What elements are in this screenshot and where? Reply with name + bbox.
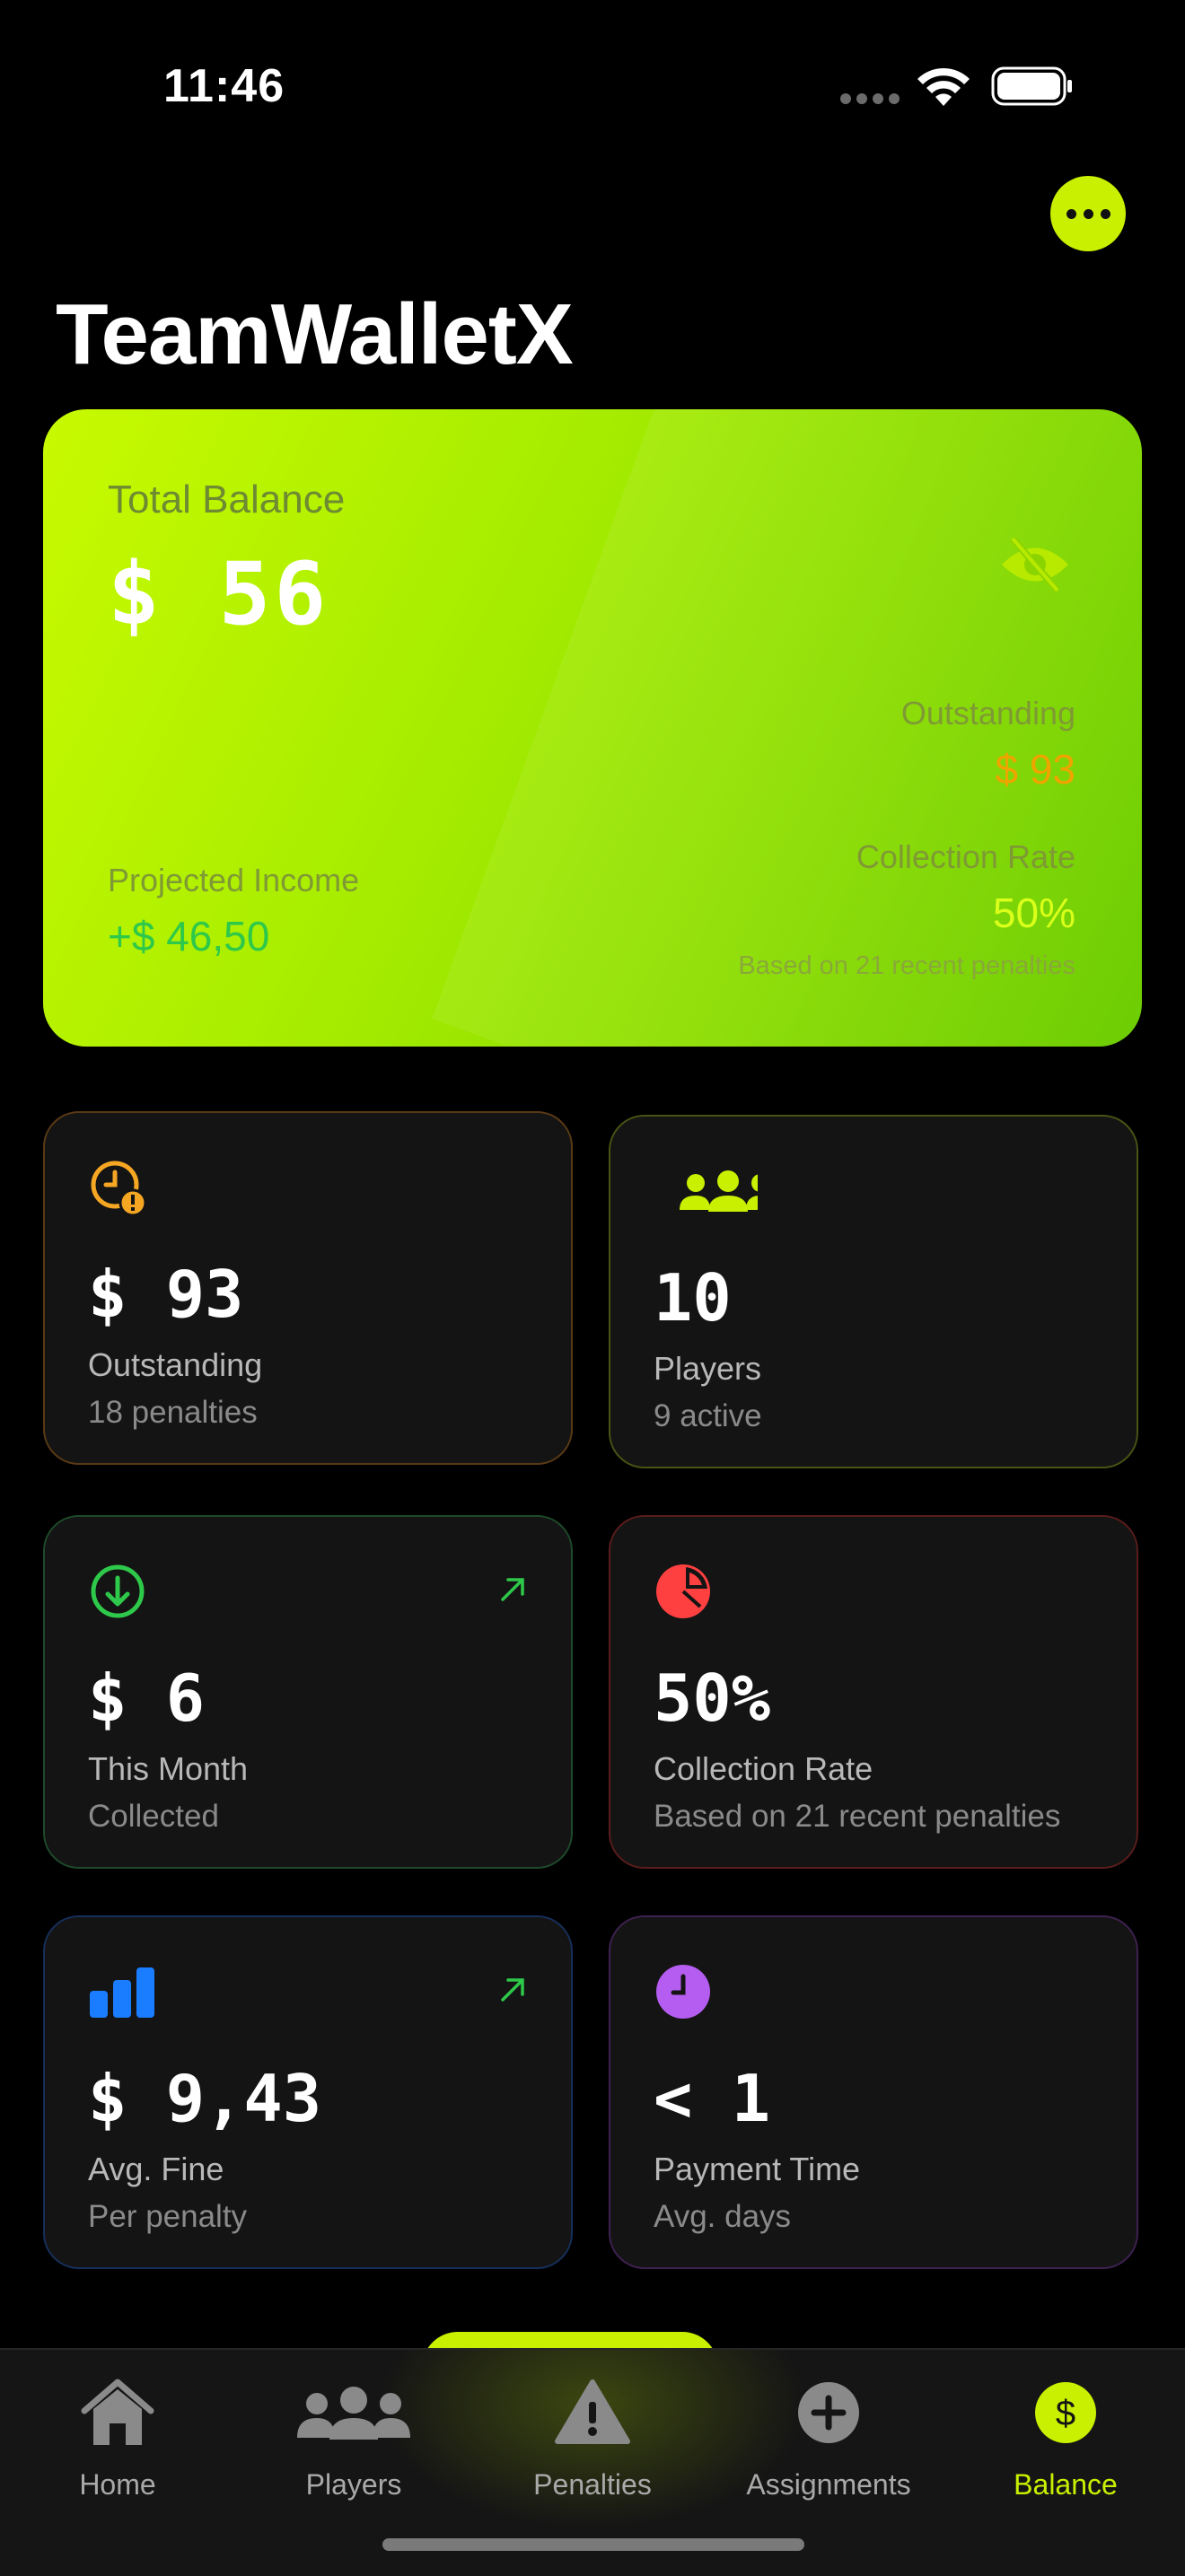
collection-rate-value: 50%	[992, 889, 1075, 936]
stat-sub: Avg. days	[654, 2199, 792, 2234]
stat-label: Players	[654, 1350, 762, 1387]
stat-value: 10	[654, 1260, 732, 1336]
tab-players[interactable]: Players	[246, 2368, 461, 2511]
people-icon	[680, 1170, 758, 1212]
outstanding-label: Outstanding	[900, 695, 1075, 732]
tab-label: Assignments	[746, 2468, 911, 2501]
stat-value: 50%	[654, 1660, 771, 1736]
more-options-button[interactable]	[1050, 176, 1126, 251]
total-balance-label: Total Balance	[108, 478, 346, 521]
people-icon	[297, 2387, 410, 2440]
status-time: 11:46	[163, 60, 285, 112]
plus-circle-icon	[798, 2382, 859, 2443]
trend-up-icon	[501, 1978, 524, 2002]
ellipsis-icon	[1066, 208, 1076, 219]
battery-icon	[991, 66, 1072, 106]
arrow-down-circle-icon	[91, 1564, 145, 1618]
stat-card-players[interactable]: 10 Players 9 active	[609, 1115, 1138, 1468]
dollar-circle-icon: $	[1035, 2382, 1096, 2443]
tab-home[interactable]: Home	[10, 2368, 225, 2511]
stat-card-collection-rate[interactable]: 50% Collection Rate Based on 21 recent p…	[609, 1515, 1138, 1869]
tab-label: Penalties	[533, 2468, 652, 2501]
tab-label: Home	[79, 2468, 156, 2501]
clock-icon	[656, 1965, 710, 2019]
projected-income-label: Projected Income	[108, 862, 360, 898]
trend-up-icon	[501, 1578, 524, 1601]
tab-assignments[interactable]: Assignments	[721, 2368, 936, 2511]
total-balance-amount: $ 56	[108, 544, 330, 644]
tab-balance[interactable]: $ Balance	[958, 2368, 1173, 2511]
clock-alert-icon	[91, 1161, 147, 1217]
stat-card-avg-fine[interactable]: $ 9,43 Avg. Fine Per penalty	[43, 1915, 573, 2269]
stat-label: This Month	[88, 1750, 249, 1787]
stat-sub: Collected	[88, 1799, 219, 1834]
stat-card-payment-time[interactable]: < 1 Payment Time Avg. days	[609, 1915, 1138, 2269]
page-title: TeamWalletX	[56, 286, 574, 382]
stat-sub: Per penalty	[88, 2199, 248, 2234]
collection-rate-label: Collection Rate	[856, 838, 1075, 875]
stat-label: Collection Rate	[654, 1750, 873, 1787]
stat-label: Avg. Fine	[88, 2151, 224, 2187]
stat-value: $ 6	[88, 1660, 206, 1736]
tab-penalties[interactable]: Penalties	[485, 2368, 700, 2511]
svg-text:$: $	[1056, 2394, 1075, 2433]
stat-sub: 18 penalties	[88, 1395, 258, 1430]
cellular-signal-icon	[840, 93, 901, 108]
total-balance-card: Total Balance $ 56 Outstanding $ 93 Proj…	[43, 409, 1142, 1047]
stat-label: Outstanding	[88, 1346, 263, 1383]
collection-rate-note: Based on 21 recent penalties	[738, 951, 1075, 980]
pie-chart-icon	[656, 1564, 710, 1618]
stat-value: $ 93	[88, 1257, 244, 1332]
stat-card-outstanding[interactable]: $ 93 Outstanding 18 penalties	[43, 1111, 573, 1465]
outstanding-value: $ 93	[995, 746, 1075, 793]
stat-card-this-month[interactable]: $ 6 This Month Collected	[43, 1515, 573, 1869]
tab-label: Players	[305, 2468, 402, 2501]
projected-income-value: +$ 46,50	[108, 913, 270, 959]
stat-sub: 9 active	[654, 1398, 762, 1433]
wifi-icon	[917, 67, 970, 106]
warning-triangle-icon	[555, 2379, 630, 2444]
bar-chart-icon	[90, 1967, 154, 2018]
stat-sub: Based on 21 recent penalties	[654, 1799, 1061, 1834]
stat-label: Payment Time	[654, 2151, 861, 2187]
eye-slash-icon[interactable]	[996, 526, 1074, 603]
stat-value: < 1	[654, 2061, 771, 2136]
home-indicator	[382, 2538, 804, 2551]
tab-label: Balance	[1014, 2468, 1118, 2501]
house-icon	[81, 2379, 154, 2445]
stat-value: $ 9,43	[88, 2061, 322, 2136]
